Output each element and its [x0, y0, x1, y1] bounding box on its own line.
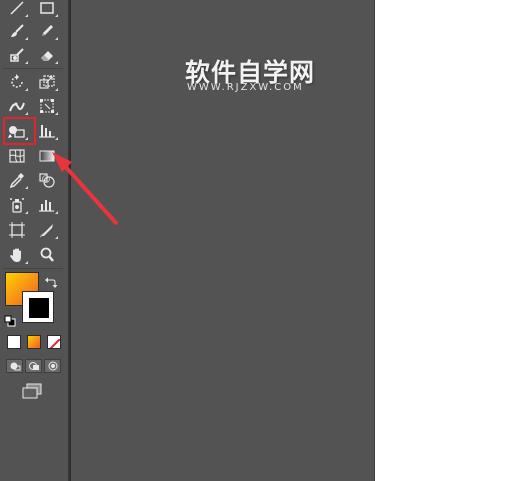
- scale-icon: [39, 75, 55, 89]
- eraser-icon: [41, 51, 53, 61]
- column-graph-icon: [39, 200, 54, 212]
- zoom-icon: [40, 247, 54, 262]
- gradient-tool[interactable]: [35, 145, 59, 167]
- screen-mode-icon: [22, 383, 42, 399]
- blob-brush-tool[interactable]: [5, 44, 29, 66]
- pencil-icon: [42, 25, 53, 36]
- none-slash-icon: [49, 338, 60, 348]
- mesh-tool[interactable]: [5, 145, 29, 167]
- gradient-icon: [39, 150, 55, 162]
- symbol-sprayer-icon: [10, 198, 24, 213]
- column-graph-tool[interactable]: [35, 194, 59, 216]
- artboard-tool[interactable]: [5, 219, 29, 241]
- draw-behind-icon: [28, 362, 39, 370]
- swap-fill-stroke-button[interactable]: [45, 273, 58, 292]
- rectangle-icon: [40, 2, 54, 14]
- tools-panel: [0, 0, 69, 481]
- blend-icon: [39, 173, 55, 188]
- highlight-box: [3, 117, 36, 145]
- symbol-sprayer-tool[interactable]: [5, 194, 29, 216]
- slice-tool[interactable]: [35, 219, 59, 241]
- stroke-swatch-inner: [28, 297, 50, 319]
- default-fill-stroke-button[interactable]: [4, 312, 16, 331]
- scale-tool[interactable]: [35, 71, 59, 93]
- graph-icon: [39, 125, 55, 138]
- draw-normal-button[interactable]: [6, 359, 23, 373]
- stroke-swatch[interactable]: [22, 291, 54, 323]
- width-icon: [9, 102, 25, 112]
- rotate-icon: [11, 74, 23, 88]
- draw-normal-icon: [10, 362, 20, 371]
- paintbrush-tool[interactable]: [5, 20, 29, 42]
- none-mode-button[interactable]: [47, 335, 61, 349]
- draw-behind-button[interactable]: [25, 359, 42, 373]
- width-tool[interactable]: [5, 95, 29, 117]
- free-transform-tool[interactable]: [35, 95, 59, 117]
- draw-inside-button[interactable]: [44, 359, 61, 373]
- artboard-icon: [9, 222, 25, 238]
- swap-arrows-icon: [45, 277, 58, 288]
- pencil-tool[interactable]: [35, 20, 59, 42]
- color-mode-button[interactable]: [7, 335, 21, 349]
- hand-icon: [10, 248, 21, 262]
- blob-brush-icon: [10, 48, 24, 62]
- gradient-mode-button[interactable]: [27, 335, 41, 349]
- pasteboard-canvas[interactable]: 软件自学网 WWW.RJZXW.COM: [71, 0, 375, 481]
- draw-inside-icon: [48, 361, 57, 371]
- line-segment-tool[interactable]: [5, 0, 29, 19]
- artboard[interactable]: [375, 0, 506, 481]
- blend-tool[interactable]: [35, 169, 59, 191]
- brush-icon: [11, 24, 24, 37]
- slice-icon: [39, 224, 53, 238]
- eyedropper-icon: [9, 173, 24, 189]
- rectangle-tool[interactable]: [35, 0, 59, 19]
- graph-tool[interactable]: [35, 120, 59, 142]
- eraser-tool[interactable]: [35, 44, 59, 66]
- hand-tool[interactable]: [5, 244, 29, 266]
- default-colors-icon: [4, 315, 16, 327]
- free-transform-icon: [40, 99, 54, 113]
- mesh-icon: [9, 149, 25, 163]
- eyedropper-tool[interactable]: [5, 169, 29, 191]
- rotate-tool[interactable]: [5, 71, 29, 93]
- watermark-url: WWW.RJZXW.COM: [187, 82, 304, 93]
- screen-mode-button[interactable]: [21, 383, 43, 403]
- zoom-tool[interactable]: [35, 244, 59, 266]
- line-icon: [10, 1, 24, 15]
